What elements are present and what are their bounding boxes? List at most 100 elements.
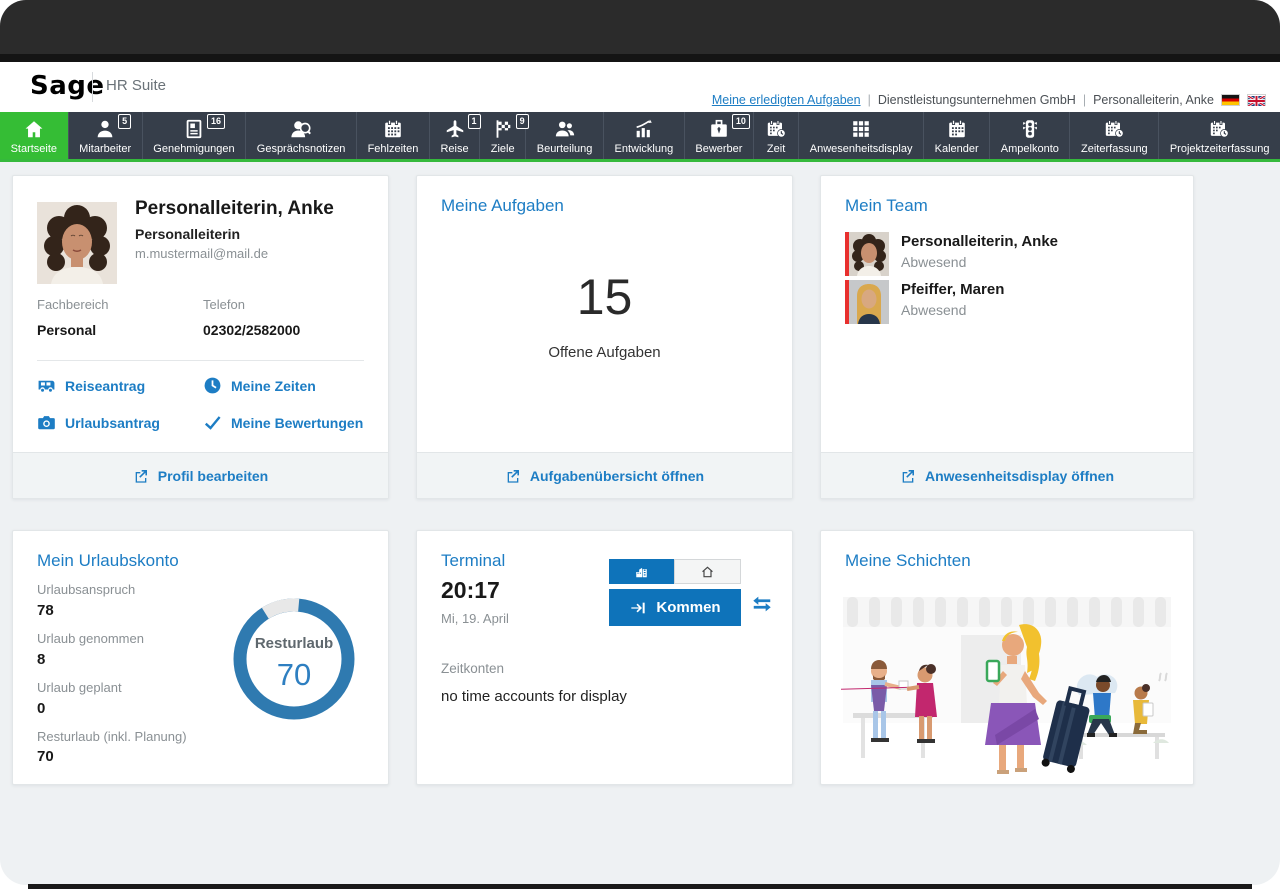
terminal-time: 20:17	[441, 577, 500, 604]
stat-label: Urlaub geplant	[37, 679, 187, 698]
team-card: Mein Team Personalleiterin, Anke Abwesen…	[820, 175, 1194, 499]
nav-beurteilung[interactable]: Beurteilung	[526, 112, 604, 159]
member-photo	[849, 232, 889, 276]
badge: 9	[516, 114, 529, 129]
stat-label: Urlaubsanspruch	[37, 581, 187, 600]
shifts-card: Meine Schichten	[820, 530, 1194, 785]
card-title: Mein Team	[845, 196, 928, 216]
nav-zeit[interactable]: Zeit	[754, 112, 799, 159]
card-title: Meine Schichten	[845, 551, 971, 571]
time-accounts-empty-text: no time accounts for display	[441, 688, 627, 705]
done-tasks-link[interactable]: Meine erledigten Aufgaben	[712, 93, 861, 107]
open-tasks-count: 15	[417, 268, 792, 326]
member-name: Pfeiffer, Maren	[901, 281, 1004, 298]
badge: 5	[118, 114, 131, 129]
nav-fehlzeiten[interactable]: Fehlzeiten	[357, 112, 430, 159]
stat-label: Resturlaub (inkl. Planung)	[37, 728, 187, 747]
calendar-icon	[382, 118, 404, 140]
check-icon	[203, 413, 222, 432]
kommen-button[interactable]: Kommen	[609, 589, 741, 626]
traffic-light-icon	[1019, 118, 1041, 140]
stat-value: 70	[37, 746, 187, 767]
briefcase-icon	[708, 118, 730, 140]
current-user: Personalleiterin, Anke	[1093, 93, 1214, 107]
vacation-card: Mein Urlaubskonto Urlaubsanspruch78 Urla…	[12, 530, 389, 785]
profile-name: Personalleiterin, Anke	[135, 198, 334, 220]
meine-bewertungen-link[interactable]: Meine Bewertungen	[203, 413, 363, 432]
vacation-stats: Urlaubsanspruch78 Urlaub genommen8 Urlau…	[37, 581, 187, 776]
calendar-clock-icon	[765, 118, 788, 140]
divider	[37, 360, 364, 361]
location-toggle	[609, 559, 741, 584]
home-office-toggle[interactable]	[674, 559, 741, 584]
profile-card: Personalleiterin, Anke Personalleiterin …	[12, 175, 389, 499]
nav-ziele[interactable]: 9 Ziele	[480, 112, 526, 159]
meine-zeiten-link[interactable]: Meine Zeiten	[203, 376, 316, 395]
uk-flag-icon[interactable]	[1247, 94, 1266, 106]
nav-bewerber[interactable]: 10 Bewerber	[685, 112, 754, 159]
card-title: Meine Aufgaben	[441, 196, 564, 216]
terminal-date: Mi, 19. April	[441, 611, 509, 626]
home-icon	[700, 565, 715, 579]
field-label: Fachbereich	[37, 297, 109, 312]
nav-mitarbeiter[interactable]: 5 Mitarbeiter	[69, 112, 143, 159]
nav-reise[interactable]: 1 Reise	[430, 112, 480, 159]
profile-email: m.mustermail@mail.de	[135, 246, 268, 261]
badge: 16	[207, 114, 225, 129]
nav-genehmigungen[interactable]: 16 Genehmigungen	[143, 112, 246, 159]
calendar-clock-icon	[1103, 118, 1126, 140]
nav-projektzeiterfassung[interactable]: Projektzeiterfassung	[1159, 112, 1280, 159]
app-window: Sage HR Suite Meine erledigten Aufgaben …	[0, 0, 1280, 885]
window-bottom-edge	[28, 884, 1252, 889]
member-status: Abwesend	[901, 302, 1004, 318]
card-footer: Profil bearbeiten	[13, 452, 388, 498]
profile-role: Personalleiterin	[135, 226, 240, 242]
shifts-illustration	[841, 585, 1173, 775]
stat-value: 0	[37, 698, 187, 719]
main-nav: Startseite 5 Mitarbeiter 16 Genehmigunge…	[0, 112, 1280, 162]
stat-label: Urlaub genommen	[37, 630, 187, 649]
nav-gespraechsnotizen[interactable]: Gesprächsnotizen	[246, 112, 357, 159]
tasks-card: Meine Aufgaben 15 Offene Aufgaben Aufgab…	[416, 175, 793, 499]
open-tasks-label: Offene Aufgaben	[417, 344, 792, 361]
team-member-row[interactable]: Pfeiffer, Maren Abwesend	[845, 280, 1004, 324]
member-name: Personalleiterin, Anke	[901, 233, 1058, 250]
member-photo	[849, 280, 889, 324]
german-flag-icon[interactable]	[1221, 94, 1240, 106]
card-title: Terminal	[441, 551, 505, 571]
office-toggle[interactable]	[609, 559, 674, 584]
office-icon	[634, 565, 649, 579]
swap-direction-icon[interactable]	[751, 593, 773, 620]
conversation-icon	[289, 118, 313, 140]
external-link-icon	[133, 468, 149, 484]
urlaubsantrag-link[interactable]: Urlaubsantrag	[37, 413, 160, 432]
field-value: Personal	[37, 322, 96, 338]
person-icon	[94, 118, 116, 140]
badge: 10	[732, 114, 750, 129]
plane-icon	[444, 118, 466, 140]
stat-value: 8	[37, 649, 187, 670]
nav-entwicklung[interactable]: Entwicklung	[604, 112, 685, 159]
sage-logo: Sage	[30, 71, 105, 101]
open-tasks-overview-link[interactable]: Aufgabenübersicht öffnen	[505, 468, 704, 484]
chart-icon	[633, 118, 655, 140]
nav-startseite[interactable]: Startseite	[0, 112, 69, 159]
company-name: Dienstleistungsunternehmen GmbH	[878, 93, 1076, 107]
calendar-clock-icon	[1208, 118, 1231, 140]
edit-profile-link[interactable]: Profil bearbeiten	[133, 468, 268, 484]
field-label: Telefon	[203, 297, 245, 312]
dashboard: Personalleiterin, Anke Personalleiterin …	[0, 162, 1280, 885]
header-links: Meine erledigten Aufgaben | Dienstleistu…	[712, 93, 1266, 107]
nav-kalender[interactable]: Kalender	[924, 112, 990, 159]
donut-center-value: 70	[226, 657, 362, 693]
team-member-row[interactable]: Personalleiterin, Anke Abwesend	[845, 232, 1058, 276]
login-arrow-icon	[629, 600, 647, 616]
external-link-icon	[505, 468, 521, 484]
stat-value: 78	[37, 600, 187, 621]
field-value: 02302/2582000	[203, 322, 300, 338]
reiseantrag-link[interactable]: Reiseantrag	[37, 376, 145, 395]
open-presence-display-link[interactable]: Anwesenheitsdisplay öffnen	[900, 468, 1114, 484]
nav-ampelkonto[interactable]: Ampelkonto	[990, 112, 1070, 159]
nav-zeiterfassung[interactable]: Zeiterfassung	[1070, 112, 1159, 159]
nav-anwesenheitsdisplay[interactable]: Anwesenheitsdisplay	[799, 112, 924, 159]
